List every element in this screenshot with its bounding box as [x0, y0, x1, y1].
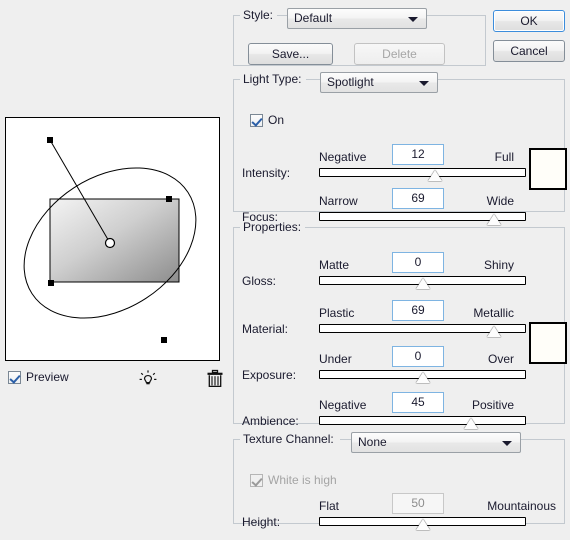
- ambience-slider-track[interactable]: [319, 416, 526, 429]
- height-right-label: Mountainous: [487, 499, 556, 513]
- checkmark-icon: [250, 473, 263, 487]
- style-select-value: Default: [294, 11, 333, 25]
- light-type-select[interactable]: Spotlight: [320, 72, 438, 93]
- gloss-left-label: Matte: [319, 258, 350, 272]
- preview-toolbar: Preview: [5, 368, 223, 390]
- ellipse-handle[interactable]: [47, 137, 53, 143]
- focus-right-label: Wide: [486, 194, 514, 208]
- white-is-high-checkbox[interactable]: White is high: [250, 473, 337, 487]
- focus-value-input[interactable]: 69: [392, 188, 444, 209]
- material-slider-track[interactable]: [319, 324, 526, 337]
- preview-image-rect: [49, 198, 180, 283]
- exposure-right-label: Over: [487, 352, 514, 366]
- preview-canvas[interactable]: [5, 117, 220, 361]
- delete-style-button[interactable]: Delete: [354, 43, 445, 65]
- ambience-value-input[interactable]: 45: [392, 392, 444, 413]
- focus-left-label: Narrow: [319, 194, 358, 208]
- gloss-value-input[interactable]: 0: [392, 252, 444, 273]
- properties-legend: Properties:: [243, 220, 302, 234]
- gloss-slider-thumb[interactable]: [416, 278, 430, 289]
- exposure-slider-thumb[interactable]: [416, 372, 430, 383]
- material-right-label: Metallic: [473, 306, 514, 320]
- checkmark-icon: [8, 370, 21, 384]
- preview-light-diagram[interactable]: [6, 118, 219, 360]
- gloss-right-label: Shiny: [483, 258, 514, 272]
- light-type-select-value: Spotlight: [327, 75, 374, 89]
- light-on-checkbox[interactable]: On: [250, 113, 284, 127]
- material-label: Material:: [242, 322, 289, 336]
- light-center-handle[interactable]: [104, 237, 116, 249]
- exposure-value-input[interactable]: 0: [392, 346, 444, 367]
- intensity-label: Intensity:: [242, 166, 291, 180]
- properties-color-swatch[interactable]: [529, 322, 567, 364]
- intensity-left-label: Negative: [319, 150, 367, 164]
- material-left-label: Plastic: [319, 306, 355, 320]
- ambience-slider-thumb[interactable]: [464, 418, 478, 429]
- intensity-slider-track[interactable]: [319, 168, 526, 181]
- material-slider-thumb[interactable]: [487, 326, 501, 337]
- save-style-button[interactable]: Save...: [248, 43, 333, 65]
- light-type-legend: Light Type:: [243, 72, 302, 86]
- style-group-legend: Style:: [243, 8, 274, 22]
- height-slider-track[interactable]: [319, 517, 526, 530]
- preview-checkbox[interactable]: Preview: [8, 370, 69, 384]
- trash-icon[interactable]: [205, 368, 225, 390]
- style-group: Style: Default Save... Delete: [233, 8, 486, 66]
- preview-checkbox-label: Preview: [26, 370, 69, 384]
- texture-channel-group: Texture Channel: None White is high Heig…: [233, 432, 565, 530]
- exposure-left-label: Under: [319, 352, 352, 366]
- height-left-label: Flat: [319, 499, 340, 513]
- height-slider-thumb[interactable]: [416, 519, 430, 530]
- intensity-slider-thumb[interactable]: [428, 170, 442, 181]
- cancel-button[interactable]: Cancel: [493, 40, 565, 62]
- ellipse-handle[interactable]: [166, 196, 172, 202]
- intensity-value-input[interactable]: 12: [392, 144, 444, 165]
- light-color-swatch[interactable]: [529, 148, 567, 190]
- chevron-down-icon: [408, 17, 418, 22]
- light-on-label: On: [268, 113, 285, 127]
- intensity-right-label: Full: [494, 150, 514, 164]
- light-type-group: Light Type: Spotlight On Intensity: Nega…: [233, 72, 567, 225]
- ambience-label: Ambience:: [242, 414, 299, 428]
- light-bulb-icon[interactable]: [137, 368, 159, 390]
- exposure-slider-track[interactable]: [319, 370, 526, 383]
- texture-channel-select-value: None: [358, 435, 387, 449]
- texture-channel-legend: Texture Channel:: [243, 432, 334, 446]
- style-select[interactable]: Default: [287, 8, 427, 29]
- gloss-label: Gloss:: [242, 274, 277, 288]
- height-value-input[interactable]: 50: [392, 493, 444, 514]
- preview-pane: Preview: [0, 0, 228, 540]
- height-label: Height:: [242, 515, 281, 529]
- properties-group: Properties: Gloss: Matte Shiny 0 Materia…: [233, 220, 567, 429]
- chevron-down-icon: [419, 81, 429, 86]
- lighting-effects-dialog: Preview OK Cancel Style: Default Save...…: [0, 0, 570, 540]
- exposure-label: Exposure:: [242, 368, 297, 382]
- ok-button[interactable]: OK: [493, 10, 565, 32]
- ambience-left-label: Negative: [319, 398, 367, 412]
- ellipse-handle[interactable]: [161, 337, 167, 343]
- checkmark-icon: [250, 113, 263, 127]
- chevron-down-icon: [502, 441, 512, 446]
- texture-channel-select[interactable]: None: [351, 432, 521, 453]
- ambience-right-label: Positive: [471, 398, 514, 412]
- white-is-high-label: White is high: [268, 473, 337, 487]
- material-value-input[interactable]: 69: [392, 300, 444, 321]
- gloss-slider-track[interactable]: [319, 276, 526, 289]
- ellipse-handle[interactable]: [48, 280, 54, 286]
- controls-pane: OK Cancel Style: Default Save... Delete …: [228, 0, 570, 540]
